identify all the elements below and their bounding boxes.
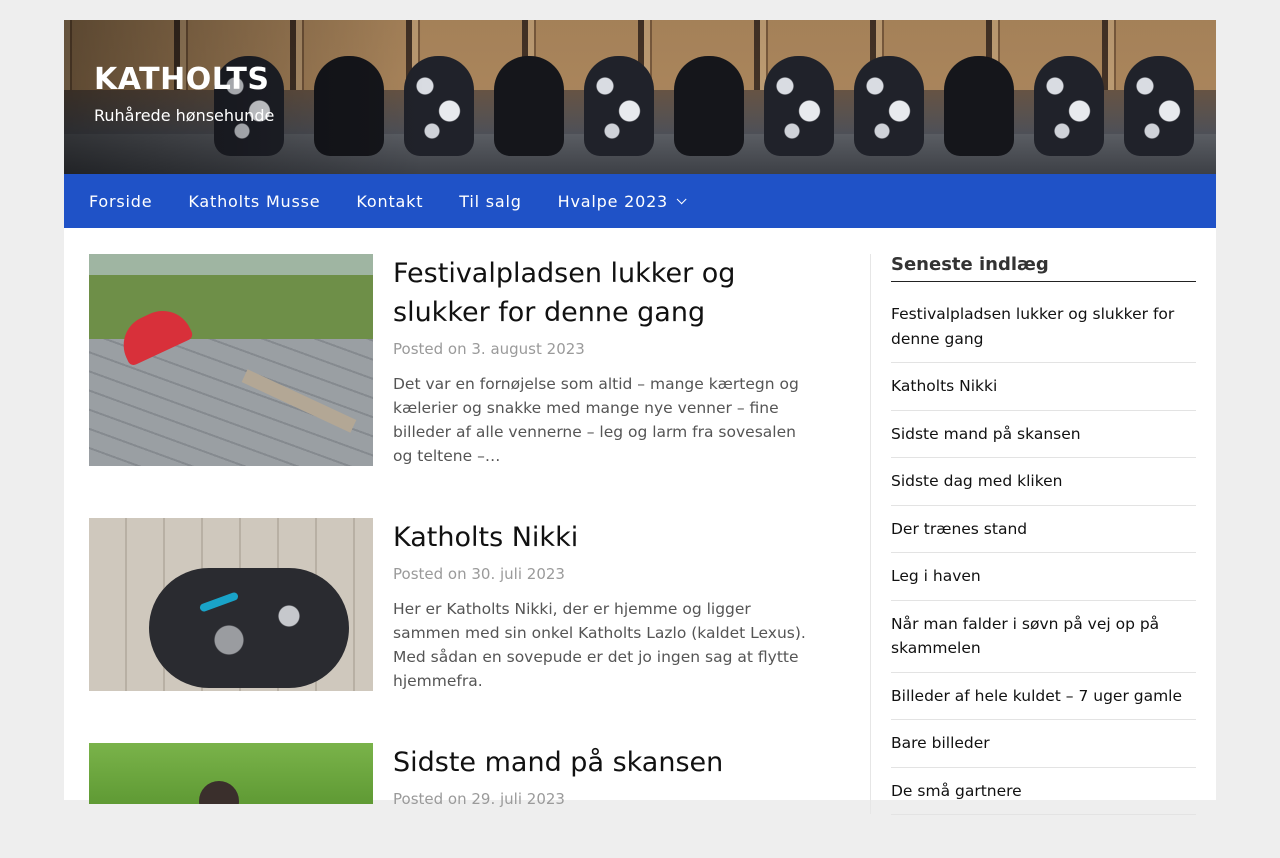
- nav-item-label: Katholts Musse: [188, 191, 321, 211]
- post-item: Festivalpladsen lukker og slukker for de…: [89, 254, 809, 468]
- nav-item-forside[interactable]: Forside: [89, 192, 152, 211]
- recent-post-link[interactable]: Når man falder i søvn på vej op på skamm…: [891, 601, 1196, 673]
- post-date[interactable]: 29. juli 2023: [471, 790, 565, 808]
- post-date[interactable]: 30. juli 2023: [471, 565, 565, 583]
- nav-item-label: Forside: [89, 191, 153, 211]
- post-body: Sidste mand på skansen Posted on 29. jul…: [373, 743, 809, 808]
- nav-item-katholts-musse[interactable]: Katholts Musse: [188, 192, 320, 211]
- nav-item-label: Kontakt: [356, 191, 424, 211]
- post-date[interactable]: 3. august 2023: [471, 340, 584, 358]
- banner-puppy: [494, 56, 564, 156]
- main-nav: Forside Katholts Musse Kontakt Til salg …: [64, 174, 1216, 228]
- thumbnail-puppy: [199, 781, 239, 804]
- nav-item-hvalpe-2023[interactable]: Hvalpe 2023: [557, 191, 687, 211]
- post-list: Festivalpladsen lukker og slukker for de…: [89, 254, 809, 858]
- post-meta: Posted on 30. juli 2023: [393, 565, 809, 583]
- post-body: Festivalpladsen lukker og slukker for de…: [373, 254, 809, 468]
- sidebar: Seneste indlæg Festivalpladsen lukker og…: [870, 254, 1196, 815]
- recent-post-link[interactable]: Katholts Nikki: [891, 363, 1196, 411]
- post-title[interactable]: Katholts Nikki: [393, 518, 809, 557]
- thumbnail-dog: [149, 568, 349, 688]
- recent-post-link[interactable]: Sidste dag med kliken: [891, 458, 1196, 506]
- banner-puppy: [674, 56, 744, 156]
- recent-post-link[interactable]: Billeder af hele kuldet – 7 uger gamle: [891, 673, 1196, 720]
- site-tagline: Ruhårede hønsehunde: [94, 106, 275, 125]
- banner-puppy: [764, 56, 834, 156]
- post-title[interactable]: Festivalpladsen lukker og slukker for de…: [393, 254, 809, 332]
- post-meta-prefix: Posted on: [393, 790, 467, 808]
- nav-item-label: Til salg: [459, 191, 522, 211]
- recent-post-link[interactable]: Bare billeder: [891, 720, 1196, 768]
- post-excerpt: Her er Katholts Nikki, der er hjemme og …: [393, 600, 806, 690]
- chevron-down-icon: [676, 193, 687, 204]
- post-meta-prefix: Posted on: [393, 565, 467, 583]
- post-title[interactable]: Sidste mand på skansen: [393, 743, 809, 782]
- post-thumbnail[interactable]: [89, 743, 373, 804]
- banner-puppy: [584, 56, 654, 156]
- banner-puppy: [944, 56, 1014, 156]
- post-item: Katholts Nikki Posted on 30. juli 2023 H…: [89, 518, 809, 693]
- nav-item-label: Hvalpe 2023: [557, 191, 669, 211]
- post-body: Katholts Nikki Posted on 30. juli 2023 H…: [373, 518, 809, 693]
- widget-title: Seneste indlæg: [891, 254, 1196, 282]
- post-meta-prefix: Posted on: [393, 340, 467, 358]
- post-meta: Posted on 29. juli 2023: [393, 790, 809, 808]
- recent-post-link[interactable]: Festivalpladsen lukker og slukker for de…: [891, 282, 1196, 363]
- banner-puppy: [1034, 56, 1104, 156]
- header-banner: KATHOLTS Ruhårede hønsehunde: [64, 20, 1216, 174]
- post-thumbnail[interactable]: [89, 254, 373, 466]
- post-excerpt: Det var en fornøjelse som altid – mange …: [393, 375, 799, 465]
- nav-item-til-salg[interactable]: Til salg: [459, 192, 521, 211]
- post-item: Sidste mand på skansen Posted on 29. jul…: [89, 743, 809, 808]
- banner-puppy: [1124, 56, 1194, 156]
- recent-post-link[interactable]: Der trænes stand: [891, 506, 1196, 553]
- recent-post-link[interactable]: De små gartnere: [891, 768, 1196, 815]
- recent-post-link[interactable]: Leg i haven: [891, 553, 1196, 601]
- nav-item-kontakt[interactable]: Kontakt: [356, 192, 423, 211]
- banner-shade: [64, 20, 424, 174]
- site-title[interactable]: KATHOLTS: [94, 62, 269, 97]
- post-thumbnail[interactable]: [89, 518, 373, 691]
- banner-puppy: [854, 56, 924, 156]
- recent-posts-list: Festivalpladsen lukker og slukker for de…: [891, 282, 1196, 815]
- post-meta: Posted on 3. august 2023: [393, 340, 809, 358]
- recent-post-link[interactable]: Sidste mand på skansen: [891, 411, 1196, 458]
